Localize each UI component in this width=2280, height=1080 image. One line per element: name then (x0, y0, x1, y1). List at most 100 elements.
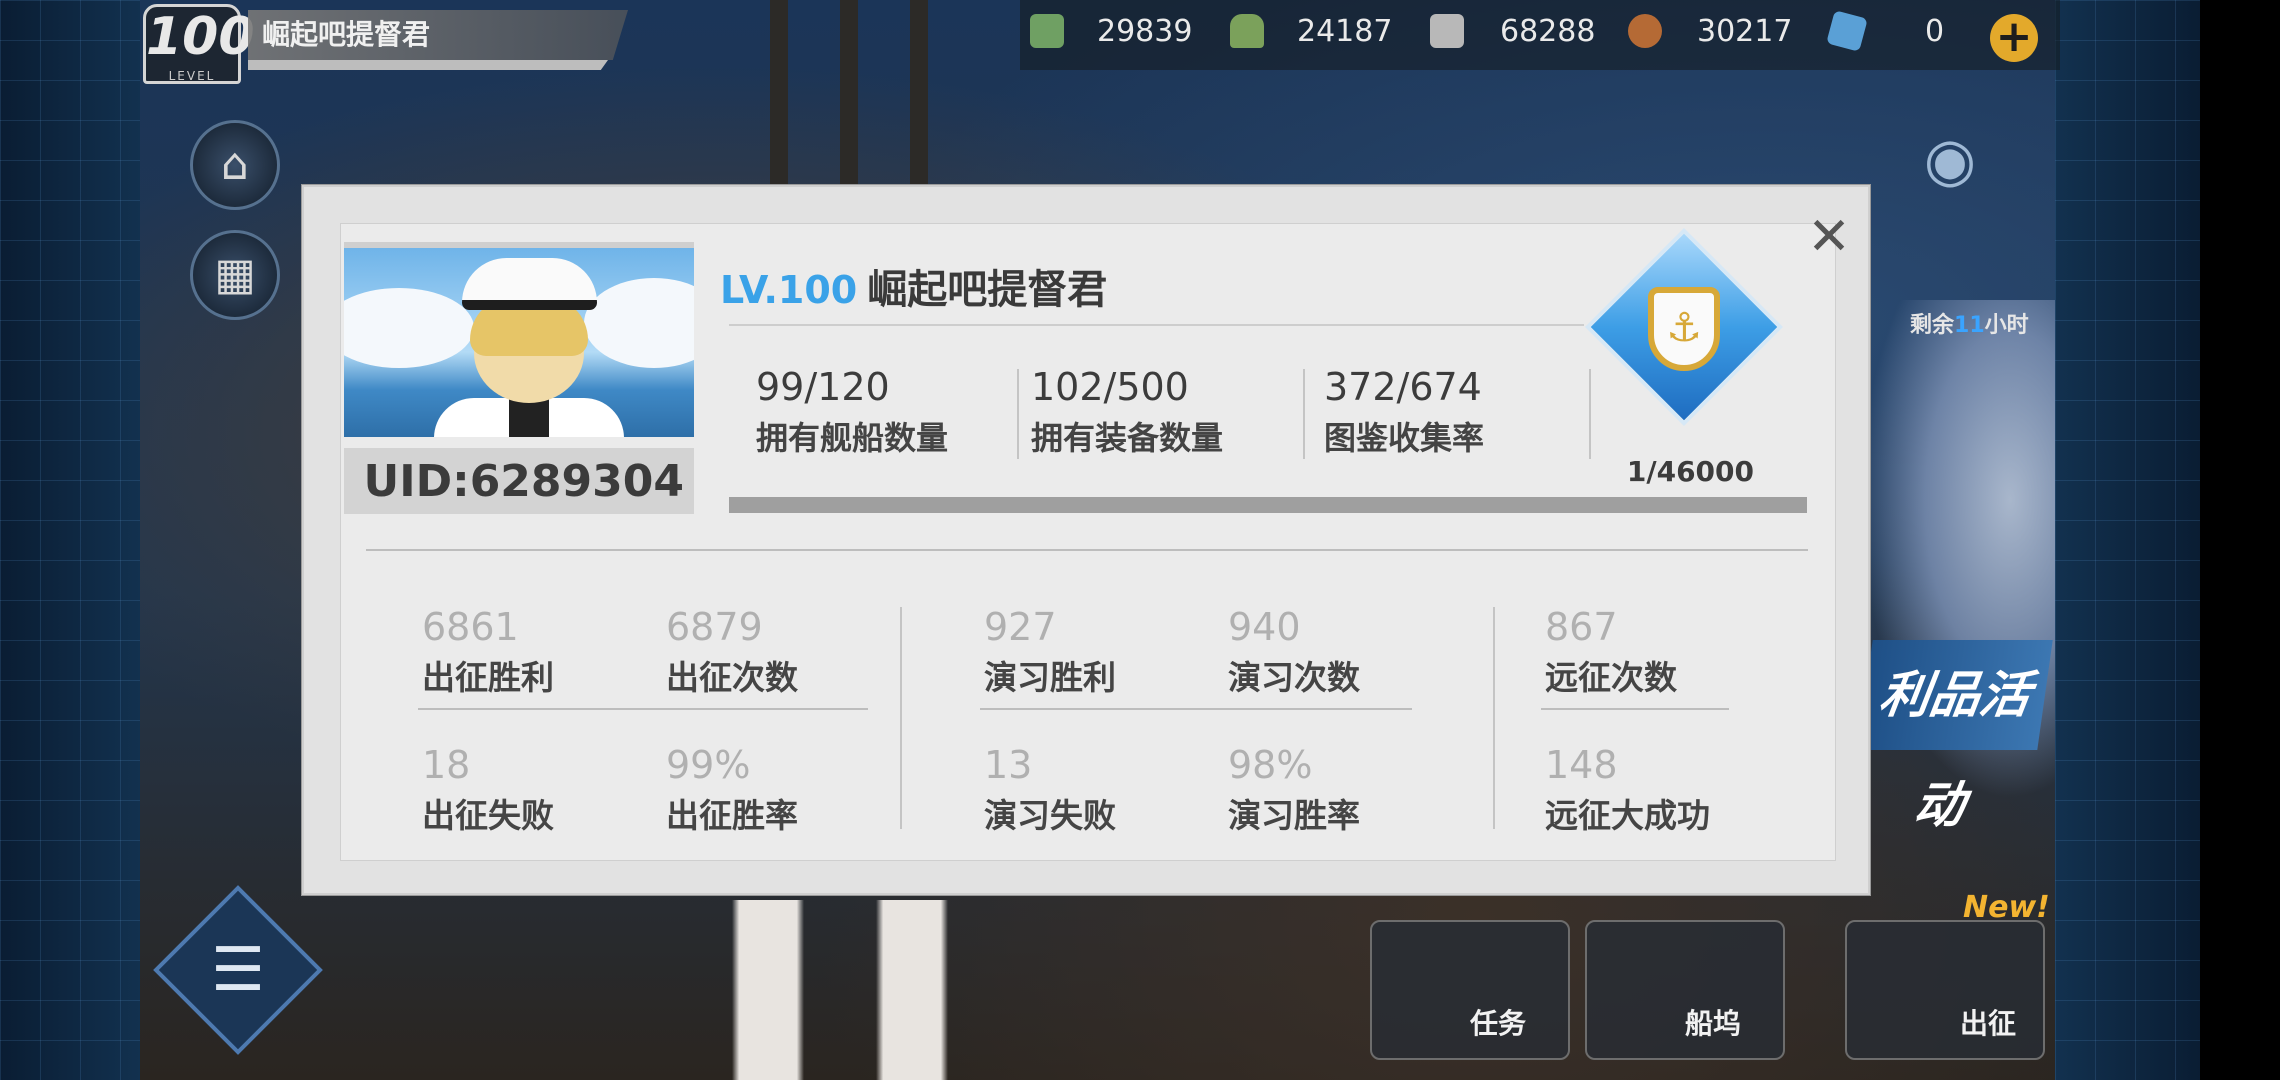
mission-label: 任务 (1470, 1007, 1527, 1040)
anchor-icon: ⚓ (1648, 287, 1720, 371)
sortie-losses-value: 18 (422, 743, 471, 787)
uid-panel: UID:6289304 (344, 448, 694, 514)
profile-dialog: ✕ UID:6289304 LV.100 崛起吧提督君 99/120 拥有舰船数量… (302, 185, 1870, 895)
sortie-win-rate-label: 出征胜率 (666, 796, 798, 835)
home-icon: ⌂ (221, 139, 249, 190)
divider (1589, 369, 1591, 459)
aluminium-value: 30217 (1697, 14, 1793, 49)
ships-owned-label: 拥有舰船数量 (756, 419, 949, 457)
avatar-cloud (584, 278, 694, 368)
player-title: LV.100 崛起吧提督君 (720, 257, 1107, 315)
exercise-win-rate: 98% 演习胜率 (1228, 743, 1360, 837)
divider (1493, 607, 1495, 829)
collection-rate-label: 图鉴收集率 (1324, 419, 1485, 457)
steel-value: 68288 (1500, 14, 1596, 49)
expedition-count: 867 远征次数 (1545, 605, 1677, 699)
divider (366, 549, 1808, 551)
close-button[interactable]: ✕ (1804, 211, 1854, 263)
sortie-losses-label: 出征失败 (422, 796, 554, 835)
sortie-count: 6879 出征次数 (666, 605, 798, 699)
eye-icon[interactable]: ◉ (1905, 125, 1995, 195)
exercise-wins-label: 演习胜利 (984, 658, 1116, 697)
avatar-cap (462, 258, 597, 310)
divider (900, 607, 902, 829)
menu-icon: ☰ (211, 935, 265, 1005)
add-resource-button[interactable]: + (1990, 14, 2038, 62)
character-art (660, 900, 1020, 1080)
uid-value: 6289304 (469, 456, 684, 507)
event-banner[interactable]: 利品活动 (1857, 640, 2053, 834)
ammo-icon (1230, 14, 1264, 48)
divider (1303, 369, 1305, 459)
sortie-win-rate-value: 99% (666, 743, 751, 787)
equipment-owned-label: 拥有装备数量 (1031, 419, 1224, 457)
left-background-panel (0, 0, 140, 1080)
new-tag: New! (1963, 890, 2050, 925)
diamond-value: 0 (1925, 14, 1945, 49)
avatar-cloud (344, 288, 474, 368)
divider (1541, 708, 1729, 710)
exercise-losses-label: 演习失败 (984, 796, 1116, 835)
event-timer: 剩余11小时 (1910, 307, 2029, 339)
divider (980, 708, 1412, 710)
fuel-value: 29839 (1097, 14, 1193, 49)
exp-bar (248, 60, 608, 70)
aluminium-icon (1628, 14, 1662, 48)
dock-label: 船坞 (1685, 1007, 1742, 1040)
fuel-icon (1030, 14, 1064, 48)
sortie-label: 出征 (1960, 1007, 2017, 1040)
sortie-wins: 6861 出征胜利 (422, 605, 554, 699)
level-caption: LEVEL (168, 69, 216, 83)
expedition-great-success: 148 远征大成功 (1545, 743, 1710, 837)
expedition-great-success-label: 远征大成功 (1545, 796, 1710, 835)
medal-progress-text: 1/46000 (1626, 455, 1754, 488)
home-button[interactable]: ⌂ (190, 120, 280, 210)
steel-icon (1430, 14, 1464, 48)
sortie-win-rate: 99% 出征胜率 (666, 743, 798, 837)
sortie-count-value: 6879 (666, 605, 763, 649)
uid-label: UID: (363, 456, 470, 507)
equipment-owned-value: 102/500 (1031, 365, 1189, 409)
expedition-count-value: 867 (1545, 605, 1618, 649)
base-button[interactable]: ▦ (190, 230, 280, 320)
timer-prefix: 剩余 (1910, 313, 1955, 338)
divider (418, 708, 868, 710)
divider (729, 324, 1584, 326)
exercise-losses-value: 13 (984, 743, 1033, 787)
expedition-great-success-value: 148 (1545, 743, 1618, 787)
sortie-count-label: 出征次数 (666, 658, 798, 697)
player-level: 100 (146, 7, 255, 67)
expedition-count-label: 远征次数 (1545, 658, 1677, 697)
ships-owned: 99/120 拥有舰船数量 (756, 365, 948, 459)
avatar-collar (509, 398, 549, 437)
collection-rate-value: 372/674 (1324, 365, 1482, 409)
hud-player-name: 崛起吧提督君 (262, 18, 431, 51)
screen-edge-bar (2200, 0, 2280, 1080)
player-level-text: LV.100 (720, 268, 858, 312)
exercise-win-rate-label: 演习胜率 (1228, 796, 1360, 835)
sortie-wins-value: 6861 (422, 605, 519, 649)
medal-progress-bar (729, 497, 1807, 513)
timer-suffix: 小时 (1984, 313, 2029, 338)
exercise-count-label: 演习次数 (1228, 658, 1360, 697)
sortie-losses: 18 出征失败 (422, 743, 554, 837)
exercise-count-value: 940 (1228, 605, 1301, 649)
right-background-panel (2055, 0, 2200, 1080)
exercise-losses: 13 演习失败 (984, 743, 1116, 837)
exercise-wins: 927 演习胜利 (984, 605, 1116, 699)
player-name: 崛起吧提督君 (867, 267, 1108, 313)
equipment-owned: 102/500 拥有装备数量 (1031, 365, 1223, 459)
player-avatar[interactable] (344, 242, 694, 437)
exercise-win-rate-value: 98% (1228, 743, 1313, 787)
exercise-count: 940 演习次数 (1228, 605, 1360, 699)
uid-text: UID:6289304 (363, 456, 684, 507)
exercise-wins-value: 927 (984, 605, 1057, 649)
building-icon: ▦ (214, 249, 256, 300)
divider (1017, 369, 1019, 459)
ships-owned-value: 99/120 (756, 365, 890, 409)
player-level-badge[interactable]: 100 LEVEL (143, 4, 255, 84)
ammo-value: 24187 (1297, 14, 1393, 49)
sortie-wins-label: 出征胜利 (422, 658, 554, 697)
collection-rate: 372/674 图鉴收集率 (1324, 365, 1484, 459)
timer-hours: 11 (1954, 313, 1985, 338)
